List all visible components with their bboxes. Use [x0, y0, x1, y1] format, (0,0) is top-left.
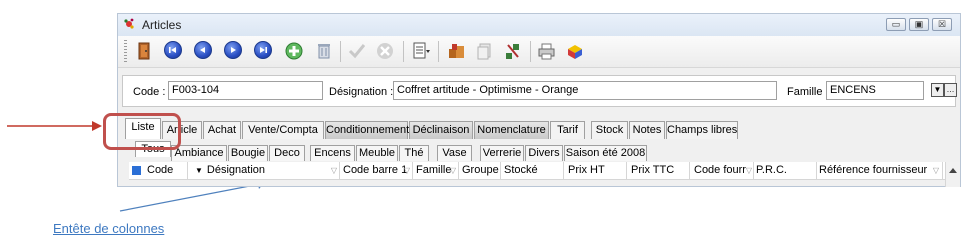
column-label: Référence fournisseur	[819, 164, 928, 176]
column-reference-fournisseur[interactable]: Référence fournisseur ▽	[817, 162, 943, 179]
column-header-annotation: Entête de colonnes	[53, 221, 165, 236]
toolbar	[118, 36, 960, 68]
famille-dropdown-button[interactable]: ▼	[931, 83, 944, 97]
close-button[interactable]: ☒	[932, 18, 952, 31]
filter-icon[interactable]: ▽	[331, 162, 337, 179]
toolbar-separator	[403, 41, 404, 62]
famille-field[interactable]: ENCENS	[826, 81, 924, 100]
filter-icon[interactable]: ▽	[450, 162, 456, 179]
red-pointer-arrow	[7, 121, 102, 131]
column-label: Famille	[416, 164, 452, 176]
designation-field[interactable]: Coffret artitude - Optimisme - Orange	[393, 81, 777, 100]
column-code[interactable]: Code	[144, 162, 188, 179]
subtab-vase[interactable]: Vase	[437, 145, 472, 161]
tab-stock[interactable]: Stock	[591, 121, 628, 139]
tab-achat[interactable]: Achat	[203, 121, 241, 139]
minimize-button[interactable]: ▭	[886, 18, 906, 31]
cancel-icon[interactable]	[375, 41, 395, 61]
column-groupe[interactable]: Groupe	[459, 162, 501, 179]
code-field[interactable]: F003-104	[168, 81, 323, 100]
subtab-deco[interactable]: Deco	[269, 145, 305, 161]
column-label: Prix HT	[568, 164, 605, 176]
famille-label: Famille :	[787, 86, 829, 98]
column-prix-ttc[interactable]: Prix TTC	[627, 162, 690, 179]
column-code-barre-1[interactable]: Code barre 1 ▽	[340, 162, 413, 179]
stock-icon[interactable]	[447, 41, 467, 61]
first-record-icon[interactable]	[164, 41, 184, 61]
vertical-scrollbar[interactable]	[945, 162, 960, 187]
liste-tab-callout	[103, 113, 181, 150]
subtab-ambiance[interactable]: Ambiance	[171, 145, 227, 161]
toolbar-separator	[530, 41, 531, 62]
tab-tarif[interactable]: Tarif	[550, 121, 585, 139]
grid-column-header: Code ▼ Désignation ▽ Code barre 1 ▽ Famille…	[129, 162, 945, 180]
column-code-fournisseur[interactable]: Code fourr ▽	[690, 162, 754, 179]
delete-record-icon[interactable]	[314, 41, 334, 61]
window-title: Articles	[142, 18, 182, 32]
subtab-encens[interactable]: Encens	[310, 145, 355, 161]
column-label: Désignation	[206, 164, 266, 176]
toolbar-grip[interactable]	[124, 40, 127, 62]
column-label: P.R.C.	[756, 164, 787, 176]
sort-desc-icon: ▼	[195, 166, 203, 175]
designation-label: Désignation :	[329, 86, 394, 98]
column-prix-ht[interactable]: Prix HT	[564, 162, 627, 179]
subtab-meuble[interactable]: Meuble	[356, 145, 398, 161]
column-label: Code barre 1	[343, 164, 408, 176]
column-famille[interactable]: Famille ▽	[413, 162, 459, 179]
code-label: Code :	[133, 86, 166, 98]
report-icon[interactable]	[411, 41, 431, 61]
record-header: Code : F003-104 Désignation : Coffret ar…	[122, 75, 957, 107]
scroll-up-icon[interactable]	[949, 167, 957, 173]
tab-declinaison[interactable]: Déclinaison	[409, 121, 473, 139]
last-record-icon[interactable]	[254, 41, 274, 61]
toolbar-separator	[340, 41, 341, 62]
subtab-the[interactable]: Thé	[399, 145, 429, 161]
select-all-checkbox[interactable]	[132, 166, 141, 175]
add-record-icon[interactable]	[284, 41, 304, 61]
subtab-divers[interactable]: Divers	[525, 145, 563, 161]
column-label: Stocké	[504, 164, 538, 176]
subtab-verrerie[interactable]: Verrerie	[480, 145, 524, 161]
tools-icon[interactable]	[503, 41, 523, 61]
tab-notes[interactable]: Notes	[629, 121, 665, 139]
next-record-icon[interactable]	[224, 41, 244, 61]
column-label: Groupe	[462, 164, 499, 176]
tab-vente-compta[interactable]: Vente/Compta	[242, 121, 324, 139]
door-exit-icon[interactable]	[134, 41, 154, 61]
column-stocke[interactable]: Stocké	[501, 162, 564, 179]
copy-icon[interactable]	[475, 41, 495, 61]
print-icon[interactable]	[537, 41, 557, 61]
previous-record-icon[interactable]	[194, 41, 214, 61]
validate-icon[interactable]	[347, 41, 367, 61]
column-prc[interactable]: P.R.C.	[754, 162, 817, 179]
famille-more-button[interactable]: …	[944, 83, 957, 97]
subtab-bougie[interactable]: Bougie	[228, 145, 268, 161]
maximize-button[interactable]: ▣	[909, 18, 929, 31]
column-label: Prix TTC	[631, 164, 675, 176]
filter-icon[interactable]: ▽	[933, 162, 939, 179]
title-bar: Articles ▭ ▣ ☒	[118, 14, 960, 36]
articles-window: Articles ▭ ▣ ☒ Code: F003-104 Désignati…	[117, 13, 961, 187]
column-designation[interactable]: ▼ Désignation ▽	[188, 162, 340, 179]
app-icon	[124, 18, 134, 29]
column-label: Code	[147, 164, 174, 176]
tab-nomenclature[interactable]: Nomenclature	[474, 121, 549, 139]
toolbar-separator	[438, 41, 439, 62]
subtab-saison-ete-2008[interactable]: Saison été 2008	[564, 145, 647, 161]
column-label: Code fourr	[694, 164, 746, 176]
tab-champs-libres[interactable]: Champs libres	[666, 121, 738, 139]
tab-conditionnement[interactable]: Conditionnement	[325, 121, 409, 139]
filter-icon[interactable]: ▽	[746, 162, 752, 179]
filter-icon[interactable]: ▽	[404, 162, 410, 179]
export-icon[interactable]	[565, 41, 585, 61]
